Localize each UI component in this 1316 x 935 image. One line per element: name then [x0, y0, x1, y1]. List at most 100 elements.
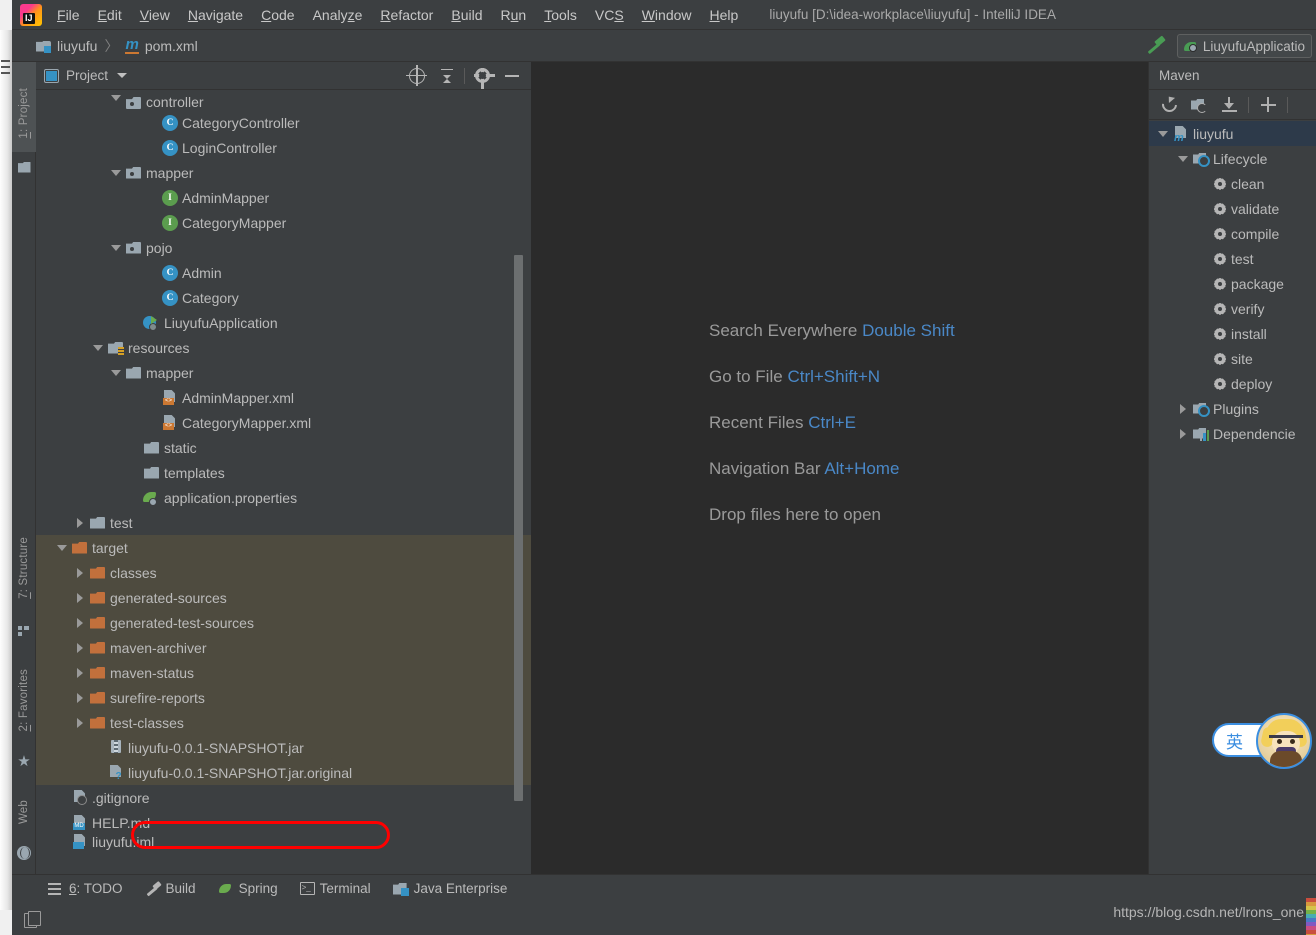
maven-tree-row[interactable]: verify: [1149, 296, 1316, 321]
maven-tree-row[interactable]: package: [1149, 271, 1316, 296]
maven-tree-row[interactable]: liuyufu: [1149, 121, 1316, 146]
bottom-tool-button-6-todo[interactable]: 6: TODO: [48, 881, 123, 896]
maven-tree-row[interactable]: Dependencie: [1149, 421, 1316, 446]
chevron-right-icon[interactable]: [77, 693, 83, 703]
breadcrumb-item-module[interactable]: liuyufu: [57, 38, 97, 54]
star-icon[interactable]: ★: [12, 748, 36, 774]
tree-row[interactable]: static: [36, 435, 531, 460]
chevron-down-icon[interactable]: [1178, 156, 1188, 162]
tree-row[interactable]: surefire-reports: [36, 685, 531, 710]
tree-row[interactable]: maven-archiver: [36, 635, 531, 660]
tree-row[interactable]: maven-status: [36, 660, 531, 685]
add-maven-project-icon[interactable]: [1254, 92, 1282, 118]
tree-expander[interactable]: [72, 685, 88, 710]
tree-row[interactable]: .gitignore: [36, 785, 531, 810]
bottom-tool-button-build[interactable]: Build: [145, 881, 196, 896]
globe-icon[interactable]: [12, 840, 36, 866]
structure-icon[interactable]: [12, 618, 36, 644]
tree-expander[interactable]: [72, 710, 88, 735]
chevron-down-icon[interactable]: [1158, 131, 1168, 137]
chevron-down-icon[interactable]: [111, 370, 121, 376]
sogou-avatar-icon[interactable]: [1256, 713, 1312, 769]
run-configuration-selector[interactable]: LiuyufuApplicatio: [1177, 34, 1312, 58]
tree-row[interactable]: CCategory: [36, 285, 531, 310]
bottom-tool-button-spring[interactable]: Spring: [218, 881, 278, 896]
chevron-down-icon[interactable]: [117, 73, 127, 78]
sidebar-item-folder[interactable]: [12, 154, 36, 180]
tree-row[interactable]: AdminMapper.xml: [36, 385, 531, 410]
settings-gear-icon[interactable]: [467, 63, 497, 89]
tree-row[interactable]: LiuyufuApplication: [36, 310, 531, 335]
tree-expander[interactable]: [1155, 121, 1171, 146]
tree-expander[interactable]: [108, 360, 124, 385]
menu-item-run[interactable]: Run: [492, 5, 536, 25]
tree-row[interactable]: CategoryMapper.xml: [36, 410, 531, 435]
menu-item-window[interactable]: Window: [633, 5, 701, 25]
chevron-right-icon[interactable]: [77, 518, 83, 528]
collapse-all-icon[interactable]: [432, 63, 462, 89]
sidebar-item-structure[interactable]: 7: Structure: [12, 520, 36, 616]
ime-floating-widget[interactable]: 英: [1212, 713, 1316, 765]
tree-row[interactable]: liuyufu.iml: [36, 835, 531, 848]
tree-row[interactable]: pojo: [36, 235, 531, 260]
maven-tree-row[interactable]: install: [1149, 321, 1316, 346]
chevron-right-icon[interactable]: [77, 568, 83, 578]
sidebar-item-web[interactable]: Web: [12, 788, 36, 836]
tree-expander[interactable]: [72, 635, 88, 660]
chevron-right-icon[interactable]: [77, 618, 83, 628]
tree-row[interactable]: generated-sources: [36, 585, 531, 610]
project-file-tree[interactable]: controllerCCategoryControllerCLoginContr…: [36, 90, 531, 874]
tree-expander[interactable]: [72, 585, 88, 610]
chevron-down-icon[interactable]: [57, 545, 67, 551]
chevron-right-icon[interactable]: [1180, 429, 1186, 439]
tree-row[interactable]: controller: [36, 90, 531, 110]
chevron-right-icon[interactable]: [1180, 404, 1186, 414]
project-tree-scrollbar[interactable]: [514, 255, 523, 801]
chevron-right-icon[interactable]: [77, 643, 83, 653]
tree-expander[interactable]: [108, 90, 124, 110]
menu-item-file[interactable]: File: [48, 5, 89, 25]
menu-item-tools[interactable]: Tools: [535, 5, 586, 25]
menu-item-build[interactable]: Build: [442, 5, 491, 25]
tree-expander[interactable]: [72, 510, 88, 535]
tree-row[interactable]: test-classes: [36, 710, 531, 735]
chevron-down-icon[interactable]: [111, 95, 121, 101]
chevron-down-icon[interactable]: [111, 245, 121, 251]
tree-expander[interactable]: [72, 610, 88, 635]
tree-expander[interactable]: [72, 660, 88, 685]
tree-row[interactable]: IAdminMapper: [36, 185, 531, 210]
chevron-down-icon[interactable]: [93, 345, 103, 351]
hammer-icon[interactable]: [1143, 35, 1169, 57]
tree-expander[interactable]: [1175, 421, 1191, 446]
maven-tree-row[interactable]: clean: [1149, 171, 1316, 196]
menu-item-navigate[interactable]: Navigate: [179, 5, 252, 25]
sidebar-item-project[interactable]: 1: Project: [12, 74, 36, 152]
chevron-down-icon[interactable]: [111, 170, 121, 176]
tree-row[interactable]: target: [36, 535, 531, 560]
tree-row[interactable]: ICategoryMapper: [36, 210, 531, 235]
tree-row[interactable]: mapper: [36, 360, 531, 385]
tree-row[interactable]: CCategoryController: [36, 110, 531, 135]
locate-icon[interactable]: [402, 63, 432, 89]
maven-tree-row[interactable]: validate: [1149, 196, 1316, 221]
maven-tree-row[interactable]: compile: [1149, 221, 1316, 246]
tree-row[interactable]: templates: [36, 460, 531, 485]
tree-row[interactable]: CAdmin: [36, 260, 531, 285]
tree-row[interactable]: classes: [36, 560, 531, 585]
tree-row[interactable]: HELP.md: [36, 810, 531, 835]
menu-item-view[interactable]: View: [131, 5, 179, 25]
maven-tree-row[interactable]: test: [1149, 246, 1316, 271]
menu-item-refactor[interactable]: Refactor: [371, 5, 442, 25]
maven-tree-row[interactable]: Lifecycle: [1149, 146, 1316, 171]
tree-row[interactable]: mapper: [36, 160, 531, 185]
bottom-tool-button-terminal[interactable]: Terminal: [300, 881, 371, 896]
maven-tree-row[interactable]: site: [1149, 346, 1316, 371]
tree-row[interactable]: liuyufu-0.0.1-SNAPSHOT.jar.original: [36, 760, 531, 785]
chevron-right-icon[interactable]: [77, 718, 83, 728]
tree-row[interactable]: liuyufu-0.0.1-SNAPSHOT.jar: [36, 735, 531, 760]
tree-row[interactable]: generated-test-sources: [36, 610, 531, 635]
editor-empty-area[interactable]: Search Everywhere Double ShiftGo to File…: [531, 62, 1148, 874]
maven-tree-row[interactable]: Plugins: [1149, 396, 1316, 421]
tree-expander[interactable]: [54, 535, 70, 560]
menu-item-edit[interactable]: Edit: [89, 5, 131, 25]
